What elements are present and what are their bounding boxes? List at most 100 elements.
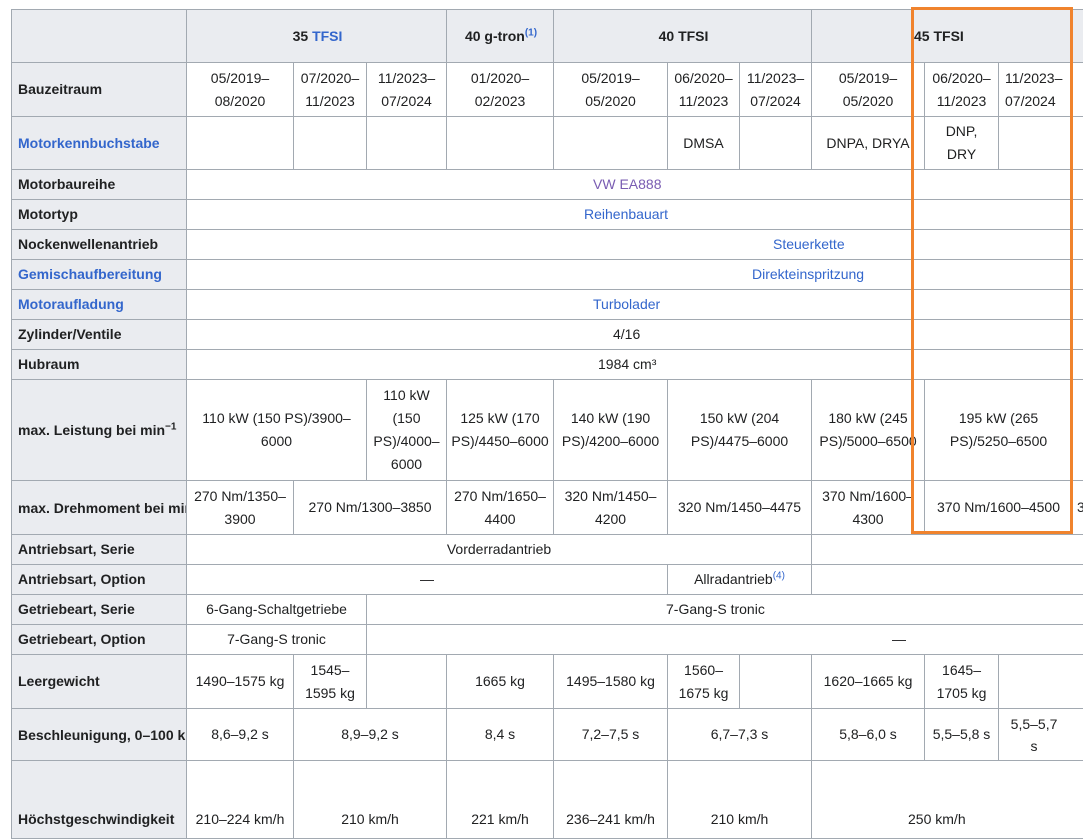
cell: 05/2019– 05/2020 <box>812 63 925 117</box>
cell: 5,5–5,8 s <box>925 709 999 761</box>
cell: 110 kW (150 PS)/4000–6000 <box>367 380 447 481</box>
row-label: max. Leistung bei min−1 <box>12 380 187 481</box>
cell: 250 km/h <box>812 761 1083 839</box>
cell: 1560– 1675 kg <box>668 655 740 709</box>
cell: DNPA, DRYA <box>812 117 925 170</box>
cell: 6-Gang-Schaltgetriebe <box>187 595 367 625</box>
cell: 7,2–7,5 s <box>554 709 668 761</box>
cell: 210–224 km/h <box>187 761 294 839</box>
row-gemischaufbereitung: Gemischaufbereitung Direkteinspritzung <box>12 260 1083 290</box>
cell: 05/2019– 05/2020 <box>554 63 668 117</box>
row-bauzeitraum: Bauzeitraum 05/2019– 08/2020 07/2020– 11… <box>12 63 1083 117</box>
cell: Reihenbauart <box>187 200 1083 230</box>
row-motortyp: Motortyp Reihenbauart <box>12 200 1083 230</box>
cell <box>740 655 812 709</box>
cell: 210 km/h <box>668 761 812 839</box>
cell: 110 kW (150 PS)/3900–6000 <box>187 380 367 481</box>
cell: 236–241 km/h <box>554 761 668 839</box>
cell: DMSA <box>668 117 740 170</box>
cell: 1545– 1595 kg <box>294 655 367 709</box>
cell: 11/2023– 07/2024 <box>367 63 447 117</box>
tfsi-link[interactable]: TFSI <box>312 28 342 44</box>
footnote-4-link[interactable]: (4) <box>773 570 785 581</box>
header-40-tfsi: 40 TFSI <box>554 10 812 63</box>
cell: 221 km/h <box>447 761 554 839</box>
reihenbauart-link[interactable]: Reihenbauart <box>584 206 668 222</box>
cell <box>294 117 367 170</box>
cell: 8,4 s <box>447 709 554 761</box>
header-35-tfsi: 35 TFSI <box>187 10 447 63</box>
cell: VW EA888 <box>187 170 1083 200</box>
row-label: Beschleunigung, 0–100 km/h <box>12 709 187 761</box>
cell: 06/2020– 11/2023 <box>925 63 999 117</box>
cell: 195 kW (265 PS)/5250–6500 <box>925 380 1073 481</box>
cell: 125 kW (170 PS)/4450–6000 <box>447 380 554 481</box>
cell: Turbolader <box>187 290 1083 320</box>
cell: 05/2019– 08/2020 <box>187 63 294 117</box>
steuerkette-link[interactable]: Steuerkette <box>773 236 845 252</box>
cell: 11/2023– 07/2024 <box>999 63 1083 117</box>
turbolader-link[interactable]: Turbolader <box>593 296 660 312</box>
row-label: Nockenwellenantrieb <box>12 230 187 260</box>
row-label: Motorbaureihe <box>12 170 187 200</box>
header-45-tfsi: 45 TFSI <box>812 10 1083 63</box>
cell <box>1073 380 1083 481</box>
cell: Allradantrieb(4) <box>668 565 812 595</box>
row-motorbaureihe: Motorbaureihe VW EA888 <box>12 170 1083 200</box>
cell: 1984 cm³ <box>187 350 1083 380</box>
gemischaufbereitung-link[interactable]: Gemischaufbereitung <box>12 260 187 290</box>
cell: Vorderradantrieb <box>187 535 812 565</box>
row-motorkennbuchstabe: Motorkennbuchstabe DMSA DNPA, DRYA DNP, … <box>12 117 1083 170</box>
cell: 140 kW (190 PS)/4200–6000 <box>554 380 668 481</box>
cell: 6,7–7,3 s <box>668 709 812 761</box>
cell: 180 kW (245 PS)/5000–6500 <box>812 380 925 481</box>
row-max-leistung: max. Leistung bei min−1 110 kW (150 PS)/… <box>12 380 1083 481</box>
cell: 5,8–6,0 s <box>812 709 925 761</box>
cell: 1620–1665 kg <box>812 655 925 709</box>
cell <box>999 117 1083 170</box>
cell: A <box>812 535 1083 565</box>
row-label: Leergewicht <box>12 655 187 709</box>
row-label: Bauzeitraum <box>12 63 187 117</box>
cell: — <box>367 625 1083 655</box>
cell: 1645– 1705 kg <box>925 655 999 709</box>
cell <box>367 117 447 170</box>
cell: Direkteinspritzung <box>187 260 1083 290</box>
motoraufladung-link[interactable]: Motoraufladung <box>12 290 187 320</box>
cell: 7-Gang-S tronic <box>367 595 1083 625</box>
cell: 150 kW (204 PS)/4475–6000 <box>668 380 812 481</box>
cell: 1490–1575 kg <box>187 655 294 709</box>
row-label: Zylinder/Ventile <box>12 320 187 350</box>
row-label: max. Drehmoment bei min−1 <box>12 481 187 535</box>
cell: 3 <box>1073 481 1083 535</box>
direkteinspritzung-link[interactable]: Direkteinspritzung <box>752 266 864 282</box>
cell: 270 Nm/1650–4400 <box>447 481 554 535</box>
cell: 320 Nm/1450–4200 <box>554 481 668 535</box>
cell: 1495–1580 kg <box>554 655 668 709</box>
cell <box>554 117 668 170</box>
cell: — <box>187 565 668 595</box>
row-label: Getriebeart, Serie <box>12 595 187 625</box>
cell: 4/16 <box>187 320 1083 350</box>
row-label: Hubraum <box>12 350 187 380</box>
row-beschleunigung: Beschleunigung, 0–100 km/h 8,6–9,2 s 8,9… <box>12 709 1083 761</box>
engine-spec-table: 35 TFSI 40 g-tron(1) 40 TFSI 45 TFSI Bau… <box>11 9 1083 839</box>
row-nockenwellenantrieb: Nockenwellenantrieb Steuerkette <box>12 230 1083 260</box>
cell: 07/2020– 11/2023 <box>294 63 367 117</box>
row-hubraum: Hubraum 1984 cm³ <box>12 350 1083 380</box>
vw-ea888-link[interactable]: VW EA888 <box>593 176 661 192</box>
cell: DNP, DRY <box>925 117 999 170</box>
cell: 01/2020– 02/2023 <box>447 63 554 117</box>
row-antriebsart-serie: Antriebsart, Serie Vorderradantrieb A <box>12 535 1083 565</box>
cell <box>999 655 1083 709</box>
motorkennbuchstabe-link[interactable]: Motorkennbuchstabe <box>12 117 187 170</box>
cell: 5,5–5,7 s <box>999 709 1083 761</box>
cell: 11/2023– 07/2024 <box>740 63 812 117</box>
cell: 210 km/h <box>294 761 447 839</box>
cell: 370 Nm/1600–4500 <box>925 481 1073 535</box>
row-getriebeart-option: Getriebeart, Option 7-Gang-S tronic — <box>12 625 1083 655</box>
footnote-1-link[interactable]: (1) <box>525 27 537 38</box>
cell: 8,9–9,2 s <box>294 709 447 761</box>
row-label: Antriebsart, Serie <box>12 535 187 565</box>
cell: 370 Nm/1600–4300 <box>812 481 925 535</box>
